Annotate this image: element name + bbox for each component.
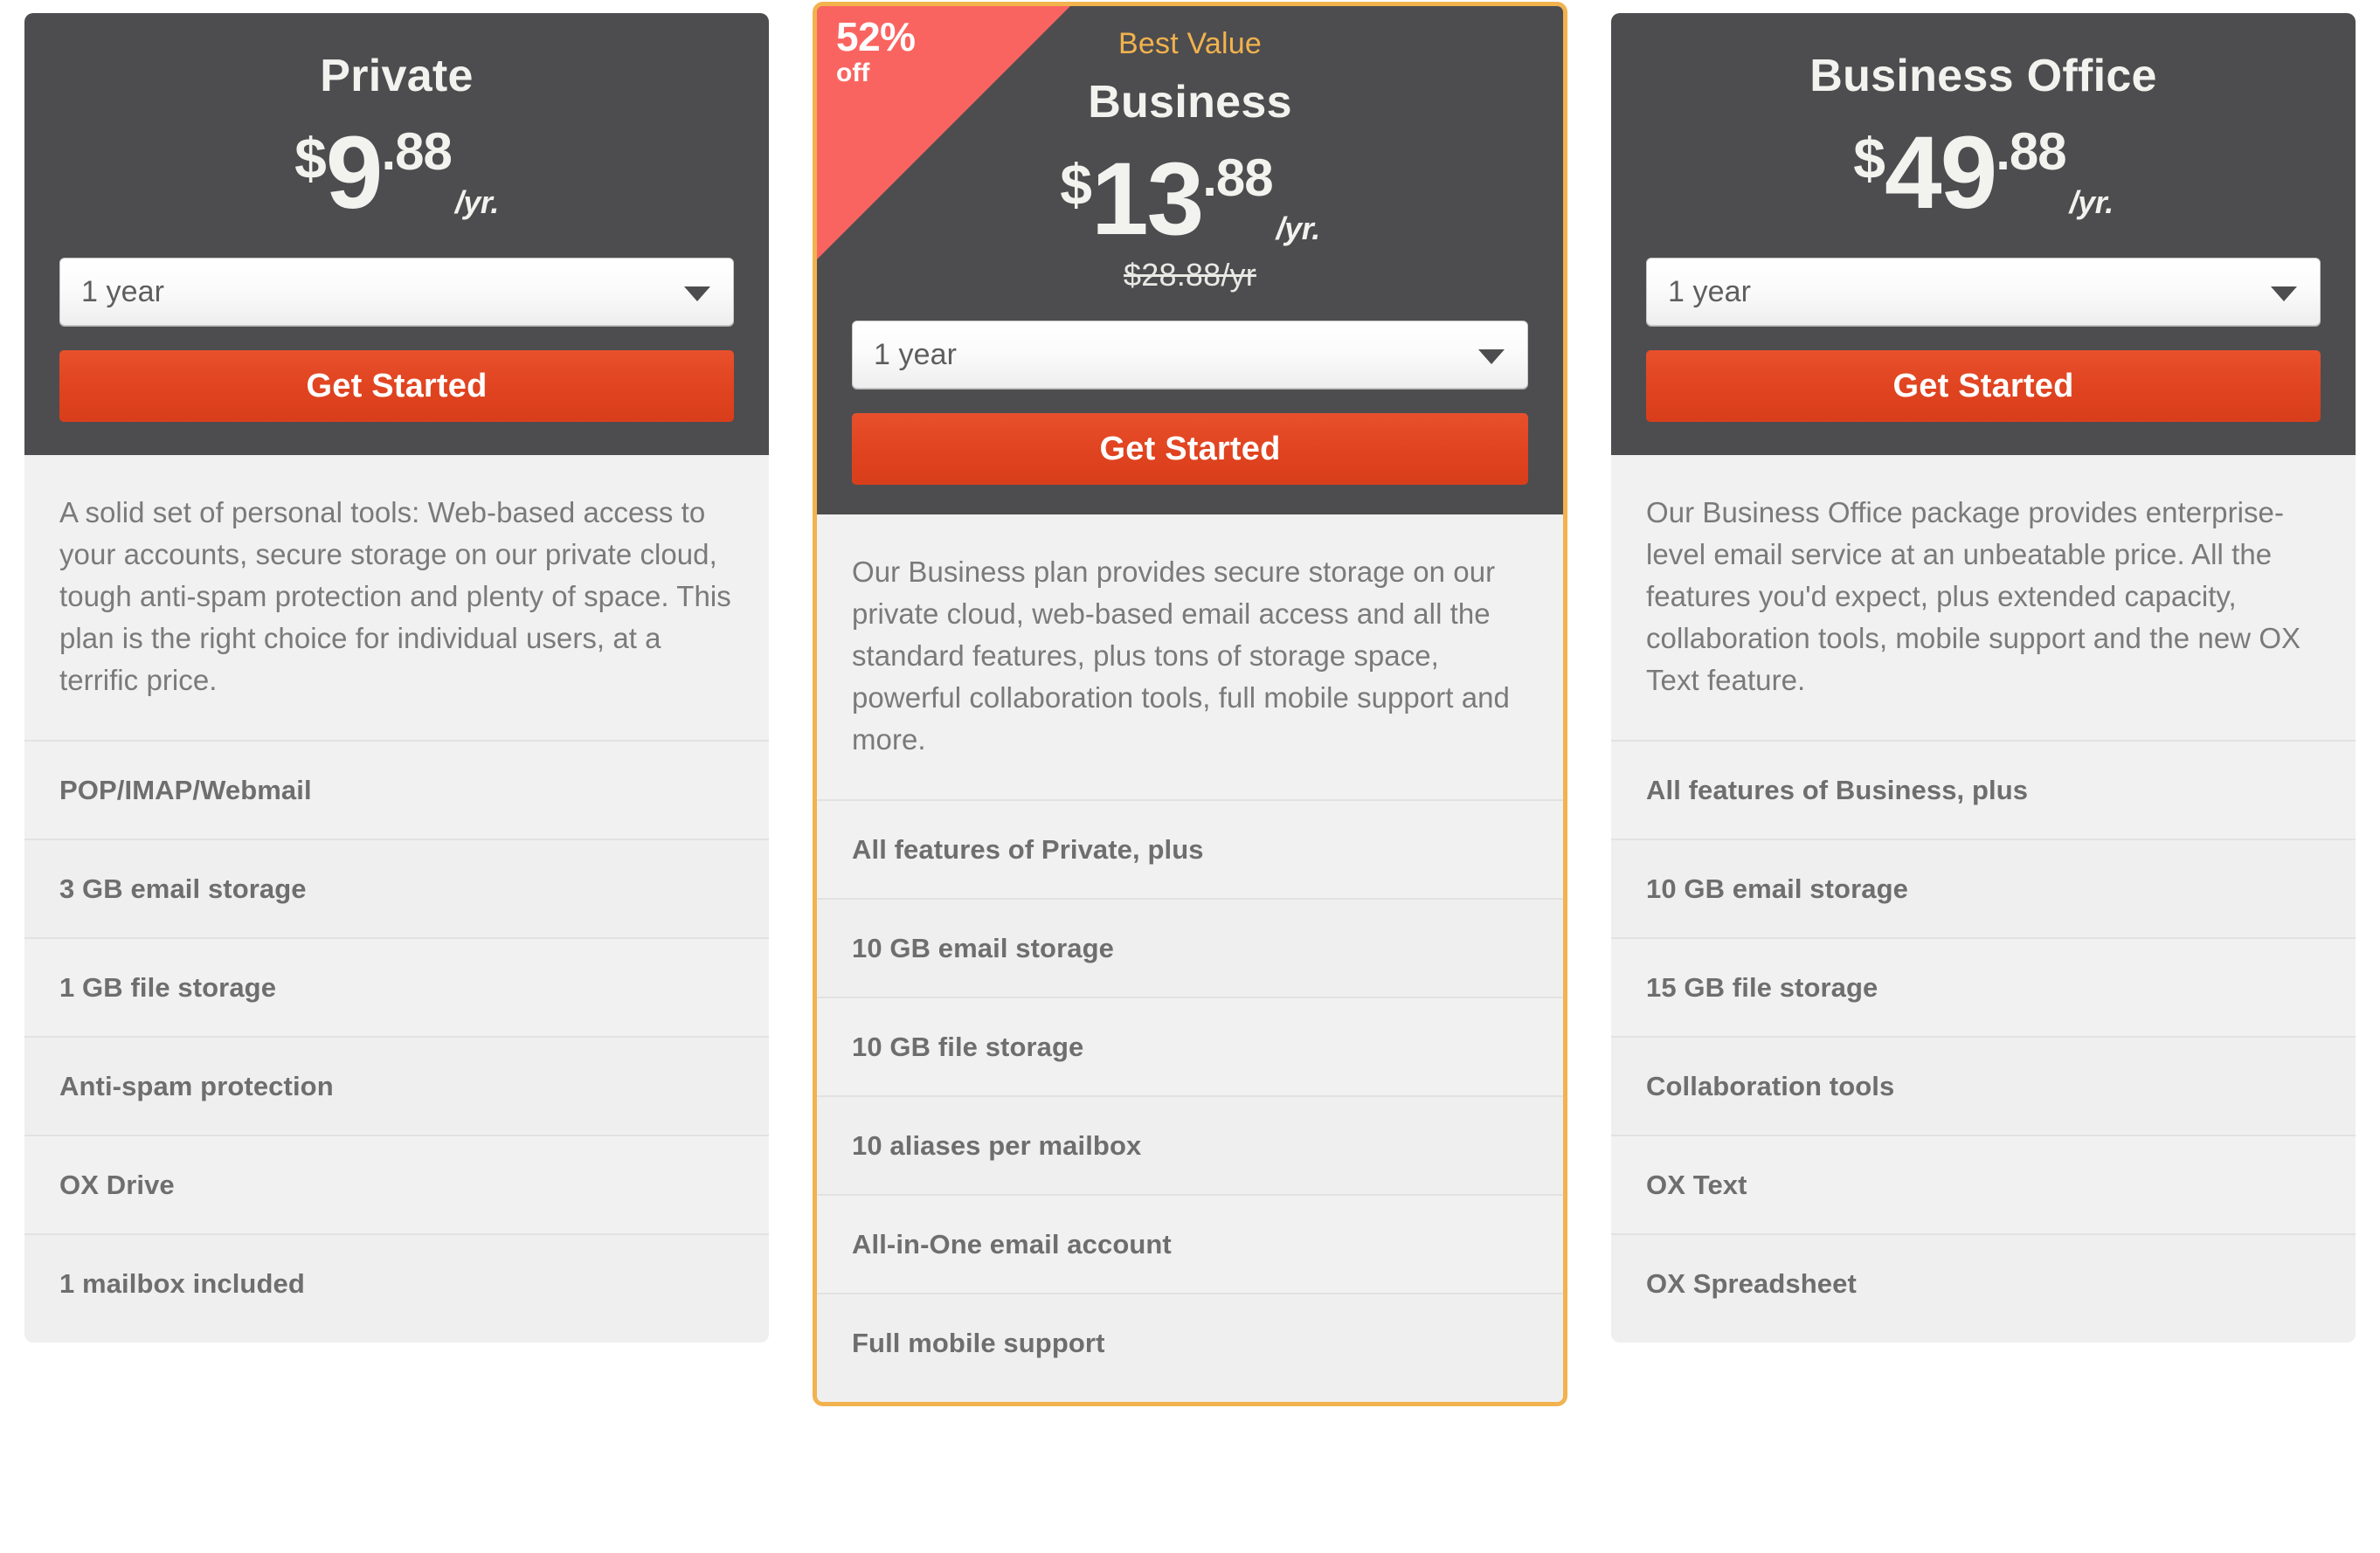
plan-description: A solid set of personal tools: Web-based… bbox=[59, 496, 731, 696]
feature-row: All features of Business, plus bbox=[1611, 740, 2356, 839]
plan-header: 52% off Best Value Business $13.88/yr. $… bbox=[817, 6, 1563, 514]
term-select-business[interactable]: 1 year bbox=[852, 321, 1528, 389]
plan-header: Private $9.88/yr. 1 year Get Started bbox=[24, 13, 769, 455]
feature-row: 3 GB email storage bbox=[24, 839, 769, 937]
price-decimal: .88 bbox=[381, 122, 452, 181]
plan-card-private: Private $9.88/yr. 1 year Get Started A s… bbox=[24, 13, 769, 1342]
feature-row: 10 GB file storage bbox=[817, 997, 1563, 1095]
price-currency: $ bbox=[294, 126, 327, 190]
price-period: /yr. bbox=[1276, 211, 1321, 246]
chevron-down-icon bbox=[2271, 286, 2297, 301]
plan-header: Business Office $49.88/yr. 1 year Get St… bbox=[1611, 13, 2356, 455]
feature-row: 15 GB file storage bbox=[1611, 937, 2356, 1036]
price-period: /yr. bbox=[454, 184, 500, 220]
price-currency: $ bbox=[1060, 152, 1092, 217]
feature-row: OX Drive bbox=[24, 1135, 769, 1233]
plan-price: $9.88/yr. bbox=[294, 121, 499, 224]
term-select-business-office[interactable]: 1 year bbox=[1646, 258, 2321, 326]
chevron-down-icon bbox=[1478, 349, 1505, 364]
plan-title: Private bbox=[320, 51, 474, 101]
feature-row: POP/IMAP/Webmail bbox=[24, 740, 769, 839]
term-select-value: 1 year bbox=[874, 337, 958, 371]
feature-row: Collaboration tools bbox=[1611, 1036, 2356, 1135]
term-select-value: 1 year bbox=[81, 274, 165, 308]
chevron-down-icon bbox=[684, 286, 710, 301]
get-started-button-private[interactable]: Get Started bbox=[59, 350, 734, 422]
price-currency: $ bbox=[1853, 126, 1885, 190]
price-integer: 13 bbox=[1090, 141, 1204, 257]
price-integer: 9 bbox=[325, 115, 384, 231]
term-select-private[interactable]: 1 year bbox=[59, 258, 734, 326]
feature-list-private: POP/IMAP/Webmail 3 GB email storage 1 GB… bbox=[24, 740, 769, 1342]
get-started-button-business[interactable]: Get Started bbox=[852, 413, 1528, 485]
plan-description: Our Business Office package provides ent… bbox=[1646, 496, 2301, 696]
price-decimal: .88 bbox=[1996, 122, 2066, 181]
plan-title: Business bbox=[1088, 77, 1292, 128]
feature-list-business: All features of Private, plus 10 GB emai… bbox=[817, 799, 1563, 1402]
plan-body: Our Business plan provides secure storag… bbox=[817, 514, 1563, 1402]
plan-body: A solid set of personal tools: Web-based… bbox=[24, 455, 769, 1342]
plan-card-business-office: Business Office $49.88/yr. 1 year Get St… bbox=[1611, 13, 2356, 1342]
feature-list-business-office: All features of Business, plus 10 GB ema… bbox=[1611, 740, 2356, 1342]
term-select-value: 1 year bbox=[1668, 274, 1752, 308]
plan-price: $49.88/yr. bbox=[1853, 121, 2114, 224]
feature-row: All features of Private, plus bbox=[817, 799, 1563, 898]
feature-row: OX Text bbox=[1611, 1135, 2356, 1233]
feature-row: 10 GB email storage bbox=[1611, 839, 2356, 937]
pricing-table: Private $9.88/yr. 1 year Get Started A s… bbox=[0, 0, 2380, 1553]
price-period: /yr. bbox=[2069, 184, 2114, 220]
plan-card-business: 52% off Best Value Business $13.88/yr. $… bbox=[813, 2, 1567, 1406]
feature-row: 10 GB email storage bbox=[817, 898, 1563, 997]
feature-row: Full mobile support bbox=[817, 1293, 1563, 1402]
feature-row: OX Spreadsheet bbox=[1611, 1233, 2356, 1342]
feature-row: Anti-spam protection bbox=[24, 1036, 769, 1135]
plan-price: $13.88/yr. bbox=[1060, 148, 1321, 251]
feature-row: All-in-One email account bbox=[817, 1194, 1563, 1293]
original-price: $28.88/yr bbox=[1124, 257, 1256, 293]
feature-row: 1 GB file storage bbox=[24, 937, 769, 1036]
plan-title: Business Office bbox=[1809, 51, 2157, 101]
best-value-badge: Best Value bbox=[1118, 27, 1262, 60]
get-started-button-business-office[interactable]: Get Started bbox=[1646, 350, 2321, 422]
price-integer: 49 bbox=[1884, 115, 1997, 231]
plan-body: Our Business Office package provides ent… bbox=[1611, 455, 2356, 1342]
feature-row: 10 aliases per mailbox bbox=[817, 1095, 1563, 1194]
feature-row: 1 mailbox included bbox=[24, 1233, 769, 1342]
price-decimal: .88 bbox=[1202, 148, 1273, 207]
plan-description: Our Business plan provides secure storag… bbox=[852, 556, 1510, 756]
